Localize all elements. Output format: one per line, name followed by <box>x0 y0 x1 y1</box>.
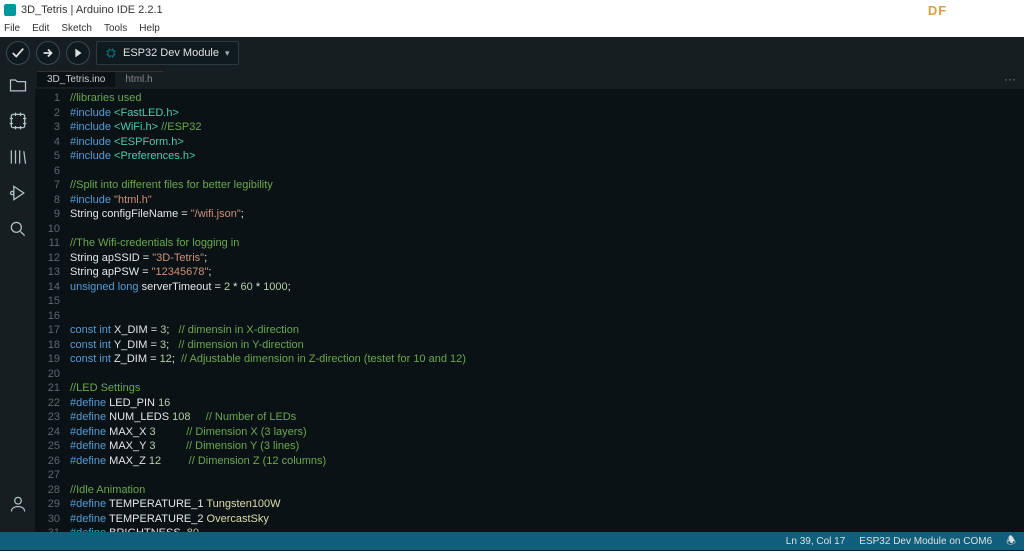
chevron-down-icon: ▾ <box>225 48 230 59</box>
window-title: 3D_Tetris | Arduino IDE 2.2.1 <box>21 4 163 16</box>
account-icon[interactable] <box>8 494 28 514</box>
tabs: 3D_Tetris.ino html.h ··· <box>35 69 1024 89</box>
library-manager-icon[interactable] <box>8 147 28 167</box>
notifications-icon[interactable]: 🕭 <box>1006 532 1016 551</box>
cursor-position: Ln 39, Col 17 <box>786 536 846 547</box>
editor: 3D_Tetris.ino html.h ··· 123456789101112… <box>35 69 1024 532</box>
menu-help[interactable]: Help <box>139 23 160 34</box>
debug-icon[interactable] <box>8 183 28 203</box>
menu-file[interactable]: File <box>4 23 20 34</box>
chip-icon <box>105 47 117 59</box>
title-bar: 3D_Tetris | Arduino IDE 2.2.1 DF <box>0 0 1024 20</box>
board-selector[interactable]: ESP32 Dev Module ▾ <box>96 41 239 65</box>
check-icon <box>11 46 25 60</box>
upload-button[interactable] <box>36 41 60 65</box>
status-board: ESP32 Dev Module on COM6 <box>859 536 992 547</box>
tabs-more-icon[interactable]: ··· <box>1004 72 1016 86</box>
brand-label: DF <box>928 3 947 18</box>
tab-active[interactable]: 3D_Tetris.ino <box>37 71 115 87</box>
debug-button[interactable] <box>66 41 90 65</box>
menu-tools[interactable]: Tools <box>104 23 127 34</box>
folder-icon[interactable] <box>8 75 28 95</box>
arduino-logo-icon <box>4 4 16 16</box>
brand-area: DF <box>855 0 1020 20</box>
line-gutter: 1234567891011121314151617181920212223242… <box>35 89 70 532</box>
board-name: ESP32 Dev Module <box>123 47 219 59</box>
boards-manager-icon[interactable] <box>8 111 28 131</box>
toolbar: ESP32 Dev Module ▾ <box>0 37 1024 69</box>
search-icon[interactable] <box>8 219 28 239</box>
play-icon <box>71 46 85 60</box>
tab-inactive[interactable]: html.h <box>115 71 162 87</box>
code-content[interactable]: //libraries used#include <FastLED.h>#inc… <box>70 89 1024 532</box>
menu-edit[interactable]: Edit <box>32 23 49 34</box>
menu-sketch[interactable]: Sketch <box>61 23 92 34</box>
main: 3D_Tetris.ino html.h ··· 123456789101112… <box>0 69 1024 532</box>
verify-button[interactable] <box>6 41 30 65</box>
menu-bar: File Edit Sketch Tools Help <box>0 20 1024 37</box>
arrow-right-icon <box>41 46 55 60</box>
status-bar: Ln 39, Col 17 ESP32 Dev Module on COM6 🕭 <box>0 532 1024 550</box>
code-area[interactable]: 1234567891011121314151617181920212223242… <box>35 89 1024 532</box>
activity-bar <box>0 69 35 532</box>
